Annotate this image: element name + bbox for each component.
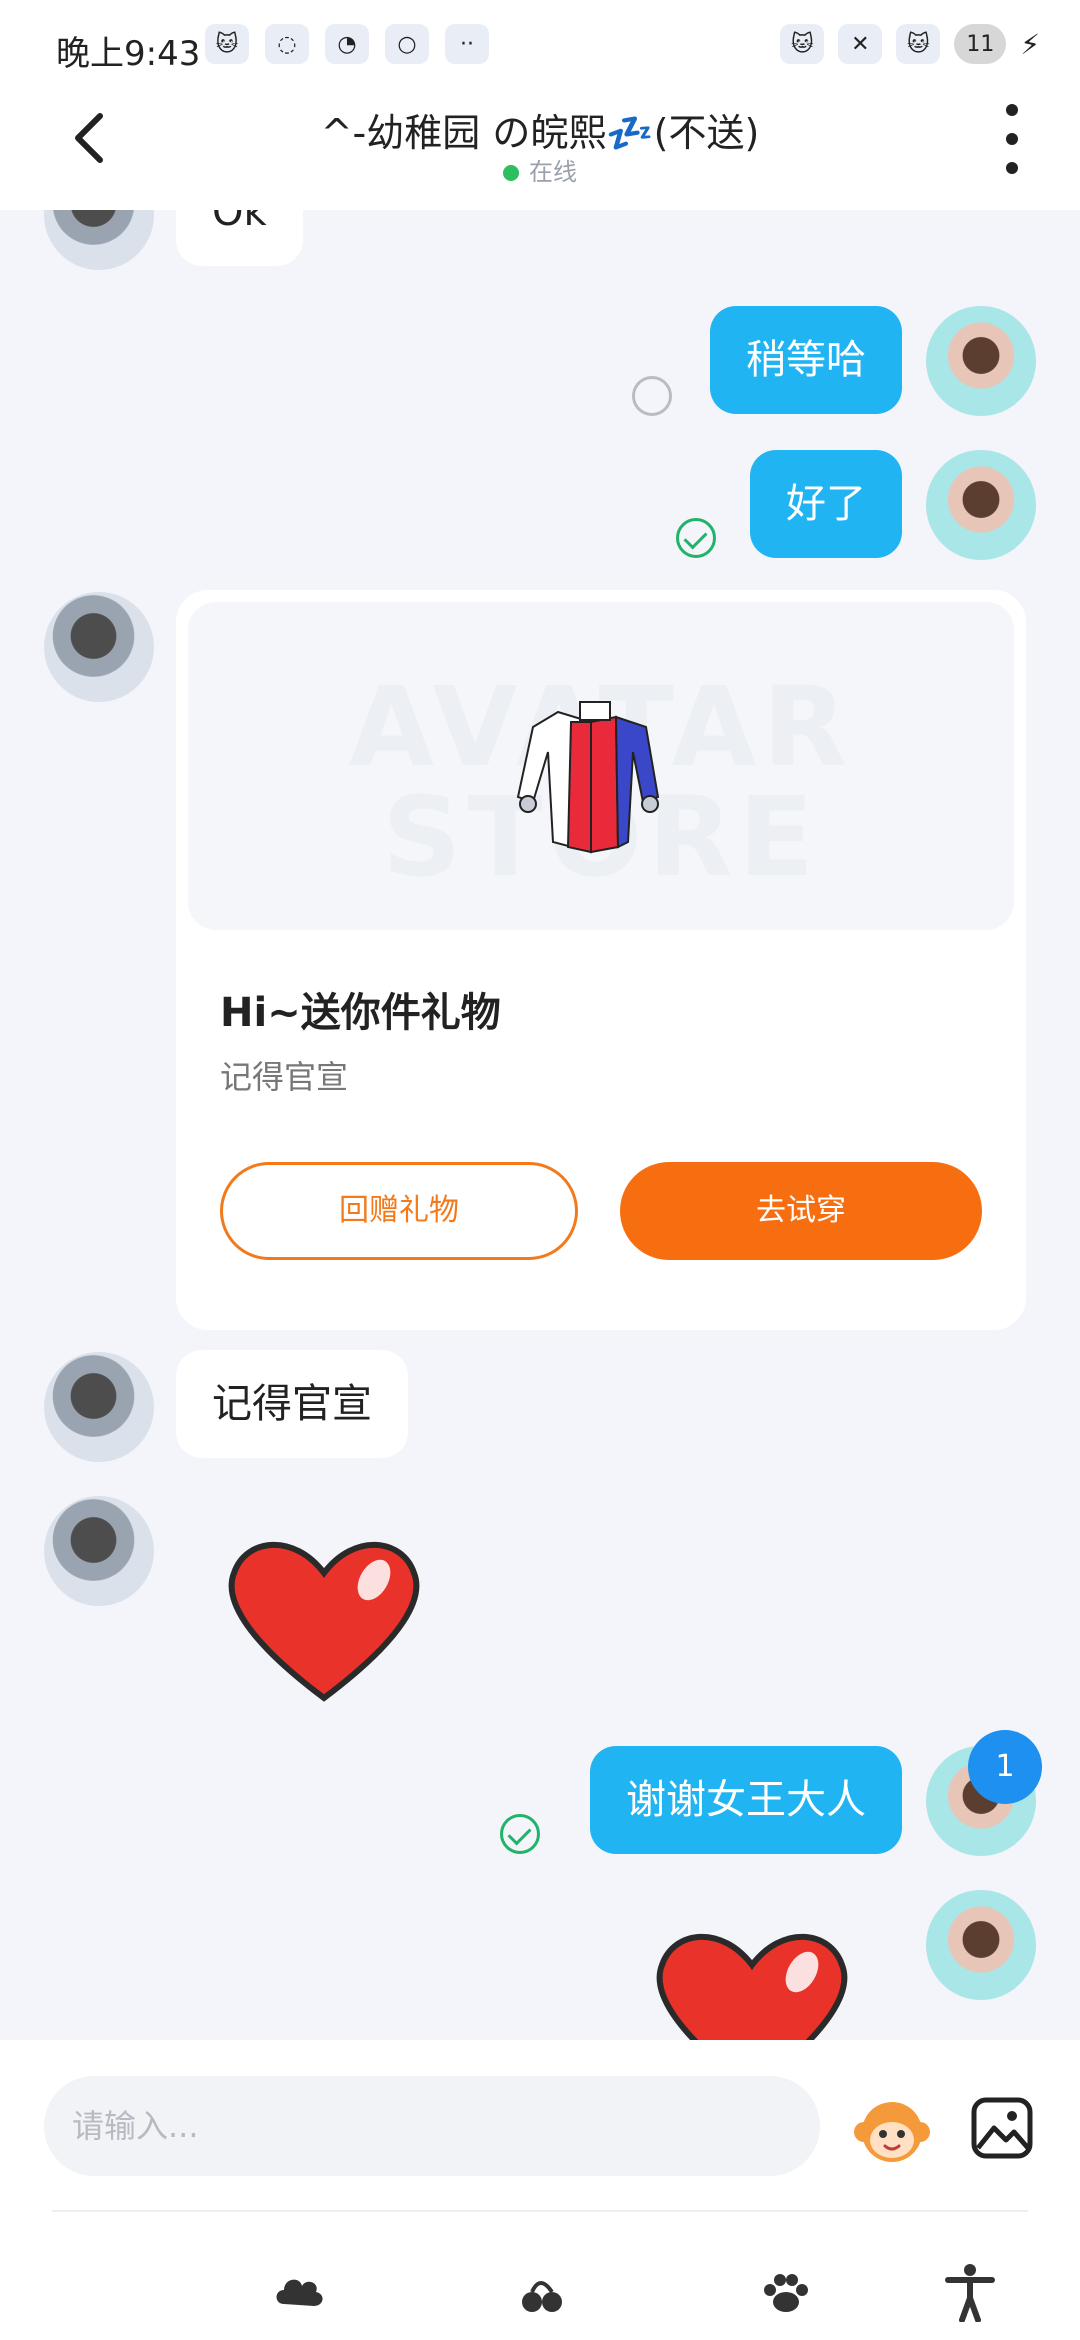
unread-count-badge[interactable]: 1 <box>968 1730 1042 1804</box>
toolbar-paw-button[interactable] <box>756 2262 816 2322</box>
incoming-message[interactable]: Ok <box>176 210 303 266</box>
message-input[interactable] <box>44 2076 820 2176</box>
sent-check-icon <box>500 1814 540 1854</box>
cat-app-icon: 🐱 <box>780 24 825 64</box>
more-dots-icon <box>1006 104 1018 116</box>
online-status-label: 在线 <box>529 158 577 186</box>
gift-subtitle: 记得官宣 <box>220 1058 349 1096</box>
gift-image[interactable]: AVATAR STORE <box>188 602 1014 930</box>
gift-title: Hi~送你件礼物 <box>220 990 501 1036</box>
outgoing-message[interactable]: 稍等哈 <box>710 306 902 414</box>
composer-bar <box>0 2040 1080 2340</box>
contact-avatar[interactable] <box>44 592 154 702</box>
cloud-icon <box>276 2279 323 2306</box>
toolbar-cloud-button[interactable] <box>270 2262 330 2322</box>
battery-icon: 11 <box>954 24 1007 64</box>
chat-title: ^-幼稚园 の皖熙💤(不送) <box>320 111 760 155</box>
composer-divider <box>52 2210 1028 2212</box>
outgoing-message[interactable]: 好了 <box>750 450 902 558</box>
app-notification-icon: ◔ <box>325 24 369 64</box>
my-avatar[interactable] <box>926 1890 1036 2000</box>
gift-card[interactable]: AVATAR STORE Hi~送你件礼物 记得官宣 回赠礼物 去试穿 <box>176 590 1026 1330</box>
my-avatar[interactable] <box>926 450 1036 560</box>
return-gift-button[interactable]: 回赠礼物 <box>220 1162 578 1260</box>
toolbar-cherry-button[interactable] <box>512 2262 572 2322</box>
outgoing-message[interactable]: 谢谢女王大人 <box>590 1746 902 1854</box>
heart-sticker[interactable] <box>652 1920 852 2040</box>
notification-icons: 🐱 ◌ ◔ ○ ·· <box>205 24 489 64</box>
status-bar: 晚上9:43 🐱 ◌ ◔ ○ ·· 🐱 ✕ 🐱 11 ⚡ <box>0 0 1080 90</box>
system-icons: 🐱 ✕ 🐱 11 ⚡ <box>780 24 1040 64</box>
more-menu-button[interactable] <box>992 104 1032 174</box>
try-on-button[interactable]: 去试穿 <box>620 1162 982 1260</box>
image-button[interactable] <box>970 2096 1034 2160</box>
sent-check-icon <box>676 518 716 558</box>
more-notifications-icon: ·· <box>445 24 489 64</box>
cherries-icon <box>522 2281 562 2312</box>
monkey-emoji-icon <box>854 2102 930 2162</box>
charging-icon: ⚡ <box>1020 27 1040 61</box>
chat-header: ^-幼稚园 の皖熙💤(不送) 在线 <box>0 90 1080 210</box>
online-dot-icon <box>503 165 519 181</box>
cat-app-icon: 🐱 <box>205 24 249 64</box>
accessibility-icon <box>945 2264 995 2323</box>
incoming-message[interactable]: 记得官宣 <box>176 1350 408 1458</box>
accessibility-button[interactable] <box>940 2262 1000 2323</box>
paw-icon <box>764 2274 808 2312</box>
contact-avatar[interactable] <box>44 1352 154 1462</box>
emoji-button[interactable] <box>852 2092 932 2168</box>
contact-avatar[interactable] <box>44 210 154 270</box>
my-avatar[interactable] <box>926 306 1036 416</box>
jacket-icon <box>516 701 660 854</box>
app-notification-icon: ◌ <box>265 24 309 64</box>
contact-avatar[interactable] <box>44 1496 154 1606</box>
message-list[interactable]: Ok 稍等哈 好了 AVATAR STORE Hi~送你件礼物 记得官宣 <box>0 210 1080 2040</box>
status-time: 晚上9:43 <box>56 34 201 74</box>
app-notification-icon: ○ <box>385 24 429 64</box>
cat-app-icon: 🐱 <box>896 24 941 64</box>
online-status: 在线 <box>0 152 1080 187</box>
app-notification-icon: ✕ <box>838 24 883 64</box>
image-icon <box>971 2097 1033 2159</box>
heart-sticker[interactable] <box>224 1528 424 1708</box>
sending-icon <box>632 376 672 416</box>
